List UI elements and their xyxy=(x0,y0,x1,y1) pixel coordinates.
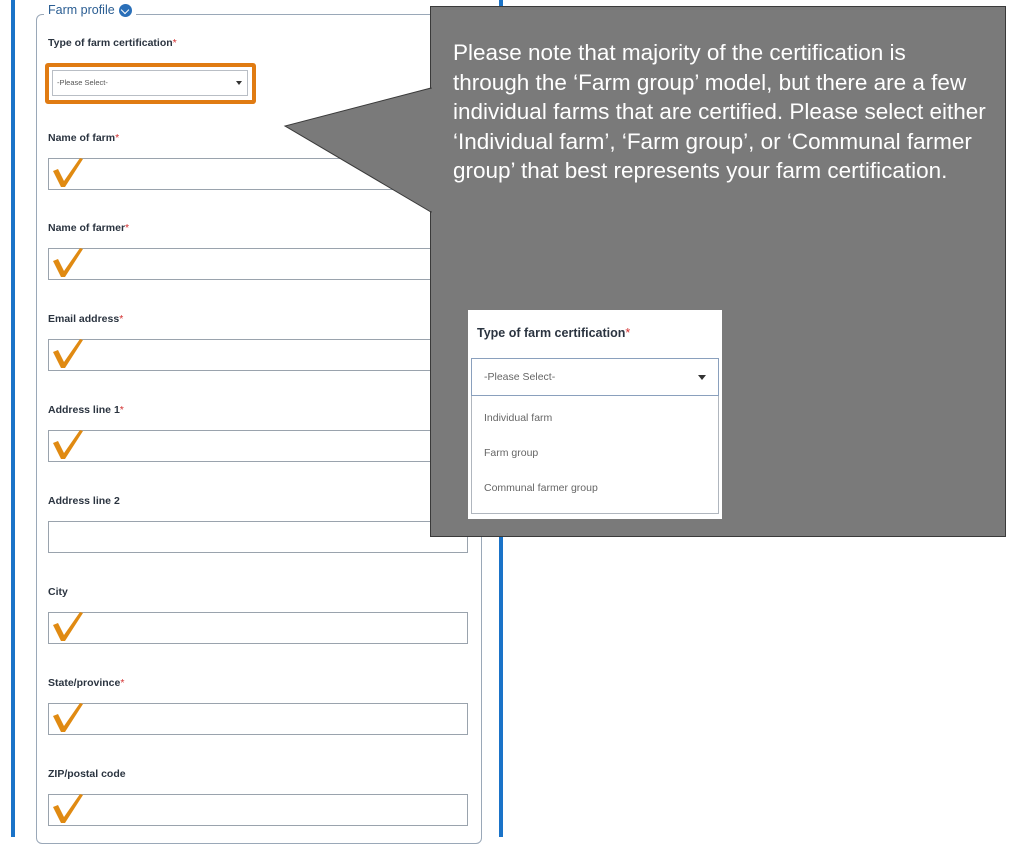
left-accent-bar xyxy=(11,0,15,837)
certification-type-select[interactable]: -Please Select- xyxy=(52,70,248,96)
zip-postal-code-field[interactable] xyxy=(48,794,468,826)
checkmark-icon xyxy=(50,156,84,188)
certification-type-label: Type of farm certification* xyxy=(48,37,177,49)
inset-label: Type of farm certification* xyxy=(477,326,631,340)
checkmark-icon xyxy=(50,246,84,278)
farmer-name-label: Name of farmer* xyxy=(48,222,130,234)
inset-options-list: Individual farm Farm group Communal farm… xyxy=(471,396,719,514)
farm-name-label: Name of farm* xyxy=(48,132,120,144)
section-title: Farm profile xyxy=(48,3,115,17)
annotation-text: Please note that majority of the certifi… xyxy=(453,40,986,183)
checkmark-icon xyxy=(50,428,84,460)
certification-select-value: -Please Select- xyxy=(57,78,108,87)
city-label: City xyxy=(48,586,68,598)
address-line-1-label: Address line 1* xyxy=(48,404,124,416)
checkmark-icon xyxy=(50,337,84,369)
farm-name-field[interactable] xyxy=(48,158,468,190)
address-line-1-field[interactable] xyxy=(48,430,468,462)
option-individual-farm[interactable]: Individual farm xyxy=(484,412,552,424)
checkmark-icon xyxy=(50,792,84,824)
address-line-2-field[interactable] xyxy=(48,521,468,553)
option-communal-farmer-group[interactable]: Communal farmer group xyxy=(484,482,598,494)
email-field[interactable] xyxy=(48,339,468,371)
state-province-label: State/province* xyxy=(48,677,125,689)
address-line-2-label: Address line 2 xyxy=(48,495,120,507)
checkmark-icon xyxy=(50,610,84,642)
caret-down-icon xyxy=(698,375,706,380)
farm-profile-legend[interactable]: Farm profile xyxy=(44,3,136,17)
chevron-down-icon[interactable] xyxy=(118,3,132,17)
option-farm-group[interactable]: Farm group xyxy=(484,447,538,459)
email-label: Email address* xyxy=(48,313,124,325)
checkmark-icon xyxy=(50,701,84,733)
dropdown-example-inset: Type of farm certification* -Please Sele… xyxy=(468,310,722,519)
farmer-name-field[interactable] xyxy=(48,248,468,280)
state-province-field[interactable] xyxy=(48,703,468,735)
city-field[interactable] xyxy=(48,612,468,644)
zip-postal-code-label: ZIP/postal code xyxy=(48,768,126,780)
inset-select-value: -Please Select- xyxy=(484,371,556,383)
inset-select[interactable]: -Please Select- xyxy=(471,358,719,396)
caret-down-icon xyxy=(236,81,242,85)
